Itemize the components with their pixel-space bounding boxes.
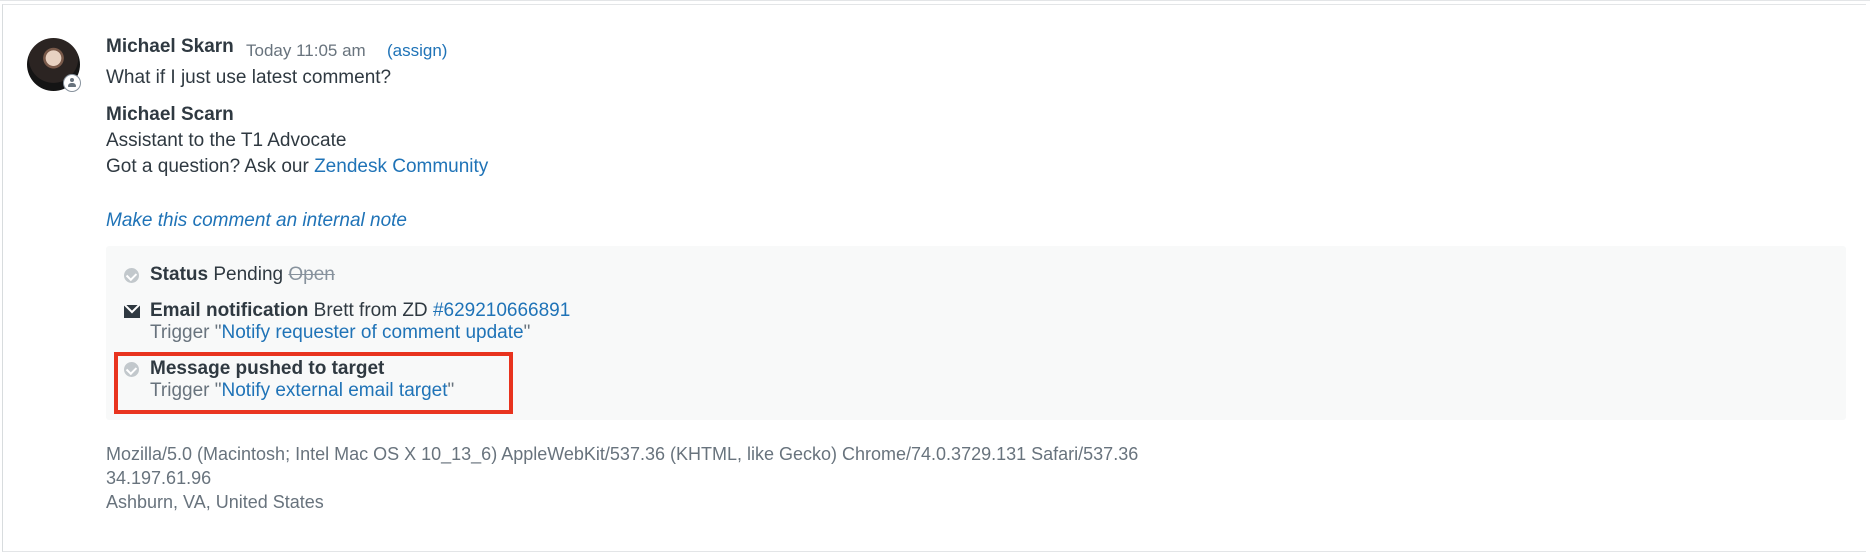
user-agent: Mozilla/5.0 (Macintosh; Intel Mac OS X 1… bbox=[106, 444, 1139, 464]
top-divider bbox=[0, 0, 1870, 1]
ticket-link[interactable]: #629210666891 bbox=[433, 300, 570, 321]
email-recipient: Brett from ZD bbox=[313, 300, 428, 321]
annotation-highlight-box bbox=[114, 352, 513, 414]
signature-title: Assistant to the T1 Advocate bbox=[106, 130, 347, 151]
email-trigger-suffix: " bbox=[523, 322, 531, 343]
comment-timestamp: Today 11:05 am bbox=[246, 41, 366, 60]
make-internal-note-link[interactable]: Make this comment an internal note bbox=[106, 210, 407, 232]
email-trigger: Trigger "Notify requester of comment upd… bbox=[150, 322, 530, 344]
status-new-value: Pending bbox=[213, 264, 284, 285]
check-circle-icon bbox=[124, 268, 139, 283]
signature-question-text: Got a question? Ask our bbox=[106, 156, 309, 177]
agent-role-icon bbox=[63, 74, 81, 92]
ip-address: 34.197.61.96 bbox=[106, 468, 212, 488]
email-trigger-link[interactable]: Notify requester of comment update bbox=[222, 322, 524, 343]
comment-text: What if I just use latest comment? bbox=[106, 67, 392, 88]
status-label: Status bbox=[150, 264, 209, 285]
signature-name: Michael Scarn bbox=[106, 104, 234, 125]
email-notification-label: Email notification bbox=[150, 300, 309, 321]
avatar[interactable] bbox=[27, 38, 81, 92]
zendesk-community-link[interactable]: Zendesk Community bbox=[314, 156, 488, 177]
email-notification-event: Email notification Brett from ZD #629210… bbox=[150, 300, 570, 322]
location: Ashburn, VA, United States bbox=[106, 492, 324, 512]
envelope-icon bbox=[124, 305, 140, 318]
status-event: Status Pending Open bbox=[150, 264, 335, 286]
status-old-value: Open bbox=[288, 264, 335, 285]
assign-link[interactable]: (assign) bbox=[387, 41, 447, 61]
email-trigger-prefix: Trigger " bbox=[150, 322, 222, 343]
signature-question: Got a question? Ask our Zendesk Communit… bbox=[106, 156, 488, 178]
comment-author[interactable]: Michael Skarn bbox=[106, 36, 234, 58]
